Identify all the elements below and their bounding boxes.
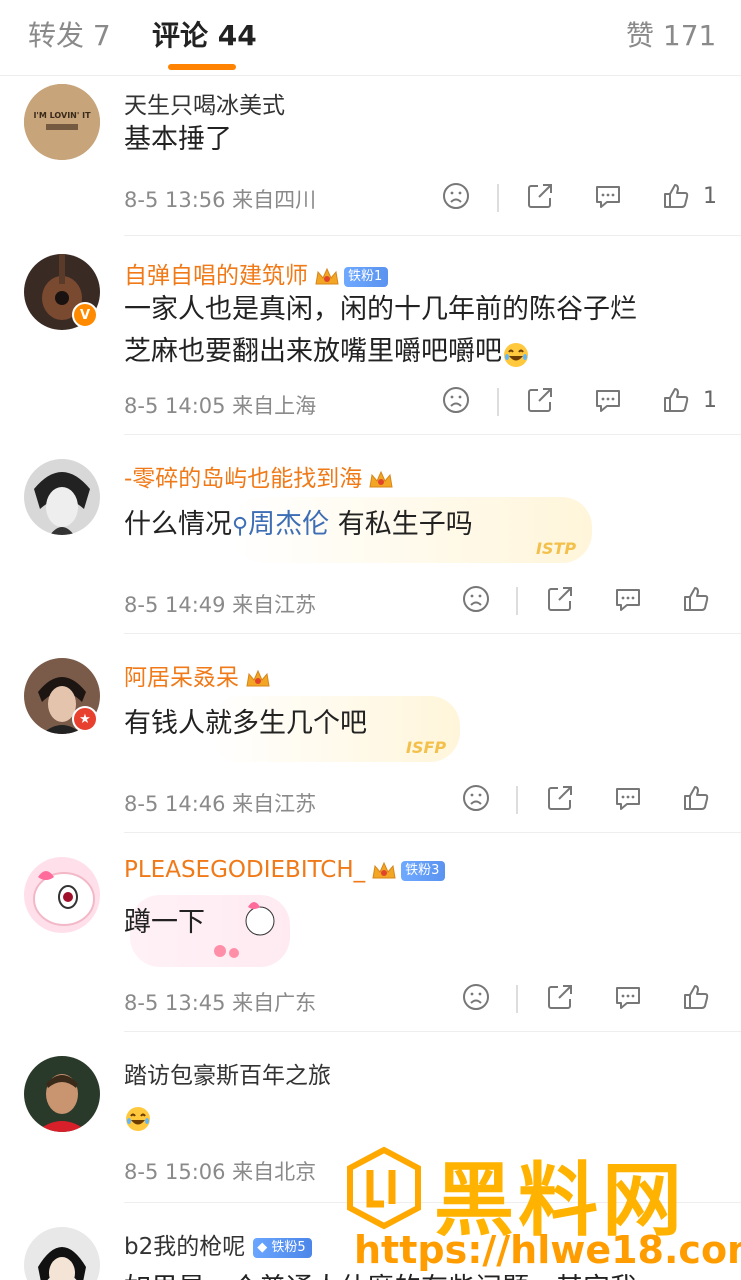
dislike-icon[interactable] xyxy=(440,384,472,416)
comment-separator xyxy=(124,832,741,833)
reply-icon[interactable] xyxy=(592,180,624,212)
tab-likes[interactable]: 赞 171 xyxy=(626,14,716,54)
reply-icon[interactable] xyxy=(612,583,644,615)
avatar-text: I'M LOVIN' IT xyxy=(33,111,91,120)
like-icon[interactable] xyxy=(680,583,712,615)
action-divider xyxy=(516,985,518,1013)
like-count: 1 xyxy=(703,388,717,413)
fan-badge: ◆ 铁粉5 xyxy=(253,1237,312,1258)
reply-icon[interactable] xyxy=(612,782,644,814)
mbti-badge: ISFP xyxy=(406,738,447,757)
comment-text: 芝麻也要翻出来放嘴里嚼吧嚼吧 xyxy=(124,330,530,374)
share-icon[interactable] xyxy=(544,981,576,1013)
comment-separator xyxy=(124,633,741,634)
commenter-name[interactable]: 踏访包豪斯百年之旅 xyxy=(124,1056,331,1090)
active-tab-indicator xyxy=(168,64,236,70)
crown-icon xyxy=(368,469,394,491)
dislike-icon[interactable] xyxy=(460,981,492,1013)
fan-badge: 铁粉1 xyxy=(344,266,389,287)
verified-badge: V xyxy=(72,302,98,328)
topic-link[interactable]: ⚲周杰伦 xyxy=(232,509,329,540)
action-divider xyxy=(497,388,499,416)
like-icon[interactable] xyxy=(680,782,712,814)
mbti-badge: ISTP xyxy=(536,539,577,558)
laughing-emoji-icon xyxy=(502,339,530,367)
commenter-name[interactable]: PLEASEGODIEBITCH_ 铁粉3 xyxy=(124,857,446,883)
comment-separator xyxy=(124,235,741,236)
comment-text: 有钱人就多生几个吧 xyxy=(124,708,367,739)
reply-icon[interactable] xyxy=(612,981,644,1013)
commenter-name[interactable]: -零碎的岛屿也能找到海 xyxy=(124,459,394,493)
comment-text: 蹲一下 xyxy=(124,907,205,938)
commenter-name[interactable]: 天生只喝冰美式 xyxy=(124,86,285,120)
like-icon[interactable] xyxy=(660,384,692,416)
avatar[interactable] xyxy=(24,459,100,535)
like-icon[interactable] xyxy=(680,981,712,1013)
comment-tabs: 转发 7 评论 44 赞 171 xyxy=(0,0,741,76)
tab-comments[interactable]: 评论 44 xyxy=(152,14,257,54)
fan-badge: 铁粉3 xyxy=(401,860,446,881)
share-icon[interactable] xyxy=(524,384,556,416)
avatar[interactable]: I'M LOVIN' IT xyxy=(24,84,100,160)
star-badge-icon: ★ xyxy=(72,706,98,732)
comment-text: 什么情况⚲周杰伦 有私生子吗 xyxy=(124,509,473,540)
like-count: 1 xyxy=(703,184,717,209)
action-divider xyxy=(516,587,518,615)
action-divider xyxy=(516,786,518,814)
commenter-name[interactable]: b2我的枪呢 ◆ 铁粉5 xyxy=(124,1227,312,1261)
crown-icon xyxy=(314,266,340,288)
avatar[interactable] xyxy=(24,857,100,933)
laughing-emoji-icon xyxy=(124,1103,152,1131)
dislike-icon[interactable] xyxy=(460,583,492,615)
share-icon[interactable] xyxy=(544,583,576,615)
crown-icon xyxy=(371,860,397,882)
comment-text: 一家人也是真闲，闲的十几年前的陈谷子烂 xyxy=(124,294,637,325)
comment-text: 基本捶了 xyxy=(124,124,232,155)
avatar[interactable] xyxy=(24,1056,100,1132)
action-divider xyxy=(497,184,499,212)
reply-icon[interactable] xyxy=(592,384,624,416)
avatar[interactable] xyxy=(24,1227,100,1280)
comment-separator xyxy=(124,1031,741,1032)
dislike-icon[interactable] xyxy=(460,782,492,814)
commenter-name[interactable]: 阿居呆叒呆 xyxy=(124,658,271,692)
watermark-url: https://hlwe18.com xyxy=(354,1228,741,1272)
share-icon[interactable] xyxy=(544,782,576,814)
search-icon: ⚲ xyxy=(232,514,249,539)
comment-text xyxy=(124,1094,152,1138)
tab-repost[interactable]: 转发 7 xyxy=(28,14,111,54)
commenter-name[interactable]: 自弹自唱的建筑师 铁粉1 xyxy=(124,256,389,290)
comment-separator xyxy=(124,434,741,435)
watermark-logo-icon xyxy=(347,1146,421,1230)
crown-icon xyxy=(245,668,271,690)
share-icon[interactable] xyxy=(524,180,556,212)
watermark: 黑料网 https://hlwe18.com xyxy=(344,1140,741,1280)
like-icon[interactable] xyxy=(660,180,692,212)
dislike-icon[interactable] xyxy=(440,180,472,212)
comment-meta: 8-5 15:06 来自北京 xyxy=(124,1160,317,1184)
